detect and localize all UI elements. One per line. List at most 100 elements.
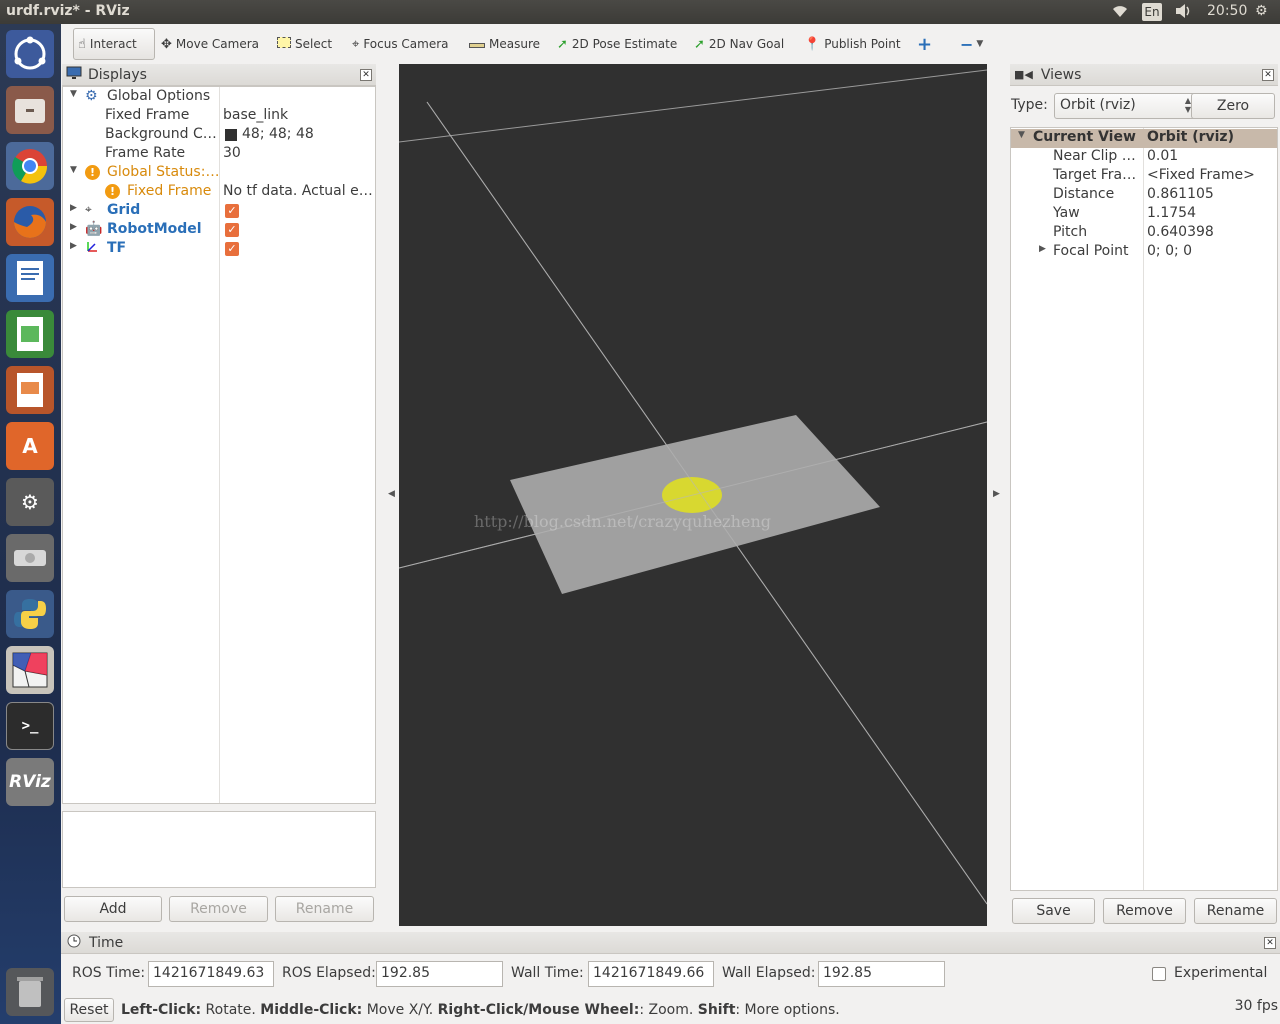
experimental-checkbox[interactable]	[1152, 967, 1166, 981]
render-viewport[interactable]: http://blog.csdn.net/crazyquhezheng	[399, 64, 987, 926]
close-icon[interactable]: ✕	[1264, 937, 1276, 949]
remove-tool-icon[interactable]: − ▼	[956, 28, 987, 60]
add-display-button[interactable]: Add	[64, 896, 162, 922]
software-center-icon[interactable]: A	[6, 422, 54, 470]
remove-view-button[interactable]: Remove	[1103, 898, 1186, 924]
color-swatch[interactable]	[225, 129, 237, 141]
expand-arrow-icon[interactable]: ▼	[70, 165, 77, 175]
status-fixed-frame-label: Fixed Frame	[127, 183, 212, 199]
ros-time-field[interactable]: 1421671849.63	[148, 961, 274, 987]
collapse-right-icon[interactable]: ▶	[993, 489, 1000, 499]
rename-view-button[interactable]: Rename	[1194, 898, 1277, 924]
gear-icon[interactable]: ⚙	[1255, 3, 1268, 19]
close-icon[interactable]: ✕	[1262, 69, 1274, 81]
view-prop-row[interactable]: Pitch 0.640398	[1011, 224, 1277, 243]
robotmodel-enabled-checkbox[interactable]: ✓	[225, 223, 239, 237]
status-bar: Reset Left-Click: Rotate. Middle-Click: …	[61, 996, 1280, 1024]
view-prop-row[interactable]: Yaw 1.1754	[1011, 205, 1277, 224]
tree-row-background-color[interactable]: Background C… 48; 48; 48	[63, 126, 375, 145]
tf-enabled-checkbox[interactable]: ✓	[225, 242, 239, 256]
close-icon[interactable]: ✕	[360, 69, 372, 81]
add-tool-icon[interactable]: +	[913, 28, 936, 60]
view-prop-row[interactable]: Near Clip … 0.01	[1011, 148, 1277, 167]
chrome-icon[interactable]	[6, 142, 54, 190]
green-arrow-icon: ➚	[557, 36, 568, 52]
camera-icon: ■◀	[1014, 68, 1033, 81]
current-view-row[interactable]: ▼ Current View Orbit (rviz)	[1011, 129, 1277, 148]
firefox-icon[interactable]	[6, 198, 54, 246]
tool-2d-pose-estimate[interactable]: ➚ 2D Pose Estimate	[553, 28, 681, 60]
ros-elapsed-label: ROS Elapsed:	[282, 965, 376, 981]
warning-icon: !	[105, 184, 120, 199]
view-type-label: Type:	[1011, 97, 1048, 113]
save-view-button[interactable]: Save	[1012, 898, 1095, 924]
frame-rate-value[interactable]: 30	[223, 145, 241, 161]
tree-row-global-options[interactable]: ▼ ⚙ Global Options	[63, 88, 375, 107]
ros-time-label: ROS Time:	[72, 965, 146, 981]
collapse-left-icon[interactable]: ◀	[388, 489, 395, 499]
python-icon[interactable]	[6, 590, 54, 638]
fixed-frame-value[interactable]: base_link	[223, 107, 288, 123]
reset-button[interactable]: Reset	[64, 998, 114, 1022]
background-color-value[interactable]: 48; 48; 48	[242, 126, 314, 142]
tool-label: Interact	[89, 37, 137, 51]
language-indicator[interactable]: En	[1142, 3, 1162, 21]
clock[interactable]: 20:50	[1207, 3, 1247, 19]
volume-icon[interactable]	[1174, 3, 1194, 23]
tree-row-global-status[interactable]: ▼ ! Global Status:…	[63, 164, 375, 183]
collapsed-arrow-icon[interactable]: ▶	[1039, 244, 1046, 254]
files-icon[interactable]	[6, 86, 54, 134]
rename-display-button[interactable]: Rename	[275, 896, 374, 922]
tool-interact[interactable]: ☝ Interact	[73, 28, 155, 60]
tool-publish-point[interactable]: 📍 Publish Point	[800, 28, 905, 60]
tree-row-tf[interactable]: ▶ TF ✓	[63, 240, 375, 259]
target-frame-value[interactable]: <Fixed Frame>	[1147, 167, 1255, 183]
display-description-area	[62, 811, 376, 888]
view-prop-row[interactable]: ▶ Focal Point 0; 0; 0	[1011, 243, 1277, 262]
tree-row-frame-rate[interactable]: Frame Rate 30	[63, 145, 375, 164]
terminal-icon[interactable]: >_	[6, 702, 54, 750]
tree-row-status-fixed-frame[interactable]: ! Fixed Frame No tf data. Actual e…	[63, 183, 375, 202]
wall-time-field[interactable]: 1421671849.66	[588, 961, 714, 987]
distance-value[interactable]: 0.861105	[1147, 186, 1214, 202]
collapsed-arrow-icon[interactable]: ▶	[70, 222, 77, 232]
expand-arrow-icon[interactable]: ▼	[70, 89, 77, 99]
tree-row-robotmodel[interactable]: ▶ 🤖 RobotModel ✓	[63, 221, 375, 240]
view-prop-row[interactable]: Distance 0.861105	[1011, 186, 1277, 205]
pitch-value[interactable]: 0.640398	[1147, 224, 1214, 240]
collapsed-arrow-icon[interactable]: ▶	[70, 203, 77, 213]
hint-text: : Zoom.	[639, 1002, 698, 1018]
view-type-select[interactable]: Orbit (rviz) ▲ ▼	[1054, 93, 1197, 119]
writer-icon[interactable]	[6, 254, 54, 302]
system-settings-icon[interactable]: ⚙	[6, 478, 54, 526]
focal-point-value[interactable]: 0; 0; 0	[1147, 243, 1192, 259]
view-prop-row[interactable]: Target Fra… <Fixed Frame>	[1011, 167, 1277, 186]
voronoi-app-icon[interactable]	[6, 646, 54, 694]
tool-move-camera[interactable]: ✥ Move Camera	[157, 28, 263, 60]
wifi-icon[interactable]	[1110, 3, 1130, 23]
background-color-label: Background C…	[105, 126, 217, 142]
ubuntu-logo-icon[interactable]	[6, 30, 54, 78]
tool-focus-camera[interactable]: ⌖ Focus Camera	[348, 28, 453, 60]
tree-row-fixed-frame[interactable]: Fixed Frame base_link	[63, 107, 375, 126]
rviz-launcher-icon[interactable]: RViz	[6, 758, 54, 806]
tool-select[interactable]: Select	[273, 28, 336, 60]
impress-icon[interactable]	[6, 366, 54, 414]
ros-elapsed-field[interactable]: 192.85	[376, 961, 503, 987]
calc-icon[interactable]	[6, 310, 54, 358]
collapsed-arrow-icon[interactable]: ▶	[70, 241, 77, 251]
yaw-value[interactable]: 1.1754	[1147, 205, 1196, 221]
near-clip-value[interactable]: 0.01	[1147, 148, 1178, 164]
zero-button[interactable]: Zero	[1191, 93, 1275, 119]
disk-icon[interactable]	[6, 534, 54, 582]
wall-elapsed-field[interactable]: 192.85	[818, 961, 945, 987]
expand-arrow-icon[interactable]: ▼	[1018, 130, 1025, 140]
remove-display-button[interactable]: Remove	[169, 896, 268, 922]
tool-2d-nav-goal[interactable]: ➚ 2D Nav Goal	[690, 28, 788, 60]
pin-icon: 📍	[804, 36, 821, 52]
tree-row-grid[interactable]: ▶ ⌖ Grid ✓	[63, 202, 375, 221]
hint-key: Left-Click:	[121, 1002, 202, 1018]
tool-measure[interactable]: Measure	[465, 28, 544, 60]
trash-icon[interactable]	[6, 968, 54, 1016]
grid-enabled-checkbox[interactable]: ✓	[225, 204, 239, 218]
